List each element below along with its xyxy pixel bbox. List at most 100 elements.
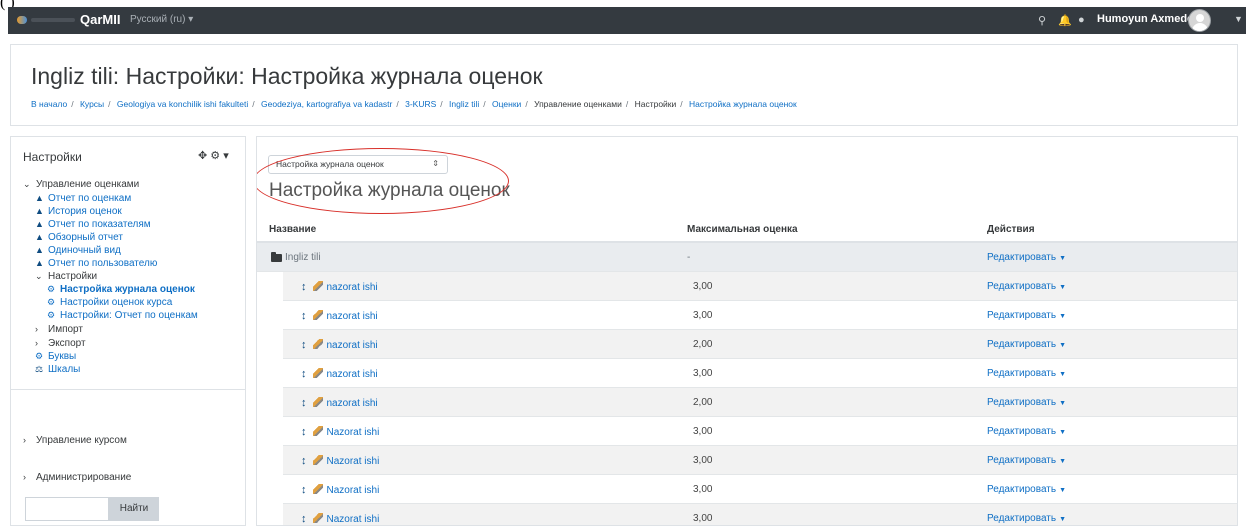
bell-icon[interactable]: 🔔 bbox=[1058, 14, 1072, 27]
admin-search-input[interactable] bbox=[25, 497, 109, 521]
edit-menu[interactable]: Редактировать ▼ bbox=[987, 426, 1066, 437]
grade-item-link[interactable]: ↕ Nazorat ishi bbox=[301, 426, 379, 438]
chevron-down-icon: ⌄ bbox=[35, 271, 43, 281]
column-header-name[interactable]: Название bbox=[269, 224, 316, 235]
caret-down-icon: ▼ bbox=[1059, 342, 1067, 349]
edit-menu[interactable]: Редактировать ▼ bbox=[987, 484, 1066, 495]
chart-icon: ▲ bbox=[35, 258, 44, 268]
sidebar-item-course-grade-settings[interactable]: ⚙ Настройки оценок курса bbox=[47, 297, 172, 308]
breadcrumb-item[interactable]: Оценки bbox=[492, 99, 521, 109]
chevron-right-icon: › bbox=[35, 324, 38, 334]
drag-handle-icon[interactable]: ↕ bbox=[301, 281, 307, 293]
max-grade: 3,00 bbox=[693, 455, 713, 466]
sidebar-item-import[interactable]: › Импорт bbox=[35, 324, 83, 335]
assignment-icon bbox=[312, 368, 323, 378]
max-grade: 3,00 bbox=[693, 368, 713, 379]
sidebar-item-site-admin[interactable]: › Администрирование bbox=[23, 472, 131, 483]
edit-menu[interactable]: Редактировать ▼ bbox=[987, 281, 1066, 292]
settings-block: Настройки ✥ ⚙ ▾ ⌄ Управление оценками ▲ От… bbox=[10, 136, 246, 526]
breadcrumb-item[interactable]: Настройки bbox=[635, 99, 677, 109]
grade-item-link[interactable]: ↕ Nazorat ishi bbox=[301, 455, 379, 467]
search-icon[interactable]: ⚲ bbox=[1038, 14, 1046, 27]
drag-handle-icon[interactable]: ↕ bbox=[301, 455, 307, 467]
breadcrumb-item[interactable]: Geodeziya, kartografiya va kadastr bbox=[261, 99, 392, 109]
grade-item-link[interactable]: ↕ nazorat ishi bbox=[301, 281, 378, 293]
breadcrumb-item[interactable]: 3-KURS bbox=[405, 99, 436, 109]
category-max: - bbox=[687, 252, 691, 263]
chevron-right-icon: › bbox=[23, 472, 26, 482]
site-name[interactable]: QarMII bbox=[80, 12, 120, 27]
drag-handle-icon[interactable]: ↕ bbox=[301, 426, 307, 438]
breadcrumb-item[interactable]: Ingliz tili bbox=[449, 99, 479, 109]
caret-down-icon: ▼ bbox=[1059, 429, 1067, 436]
grade-item-link[interactable]: ↕ Nazorat ishi bbox=[301, 484, 379, 496]
drag-handle-icon[interactable]: ↕ bbox=[301, 397, 307, 409]
page-header: Ingliz tili: Настройки: Настройка журнал… bbox=[10, 44, 1238, 126]
sidebar-item-letters[interactable]: ⚙ Буквы bbox=[35, 351, 76, 362]
gear-icon: ⚙ bbox=[47, 297, 56, 307]
column-header-actions[interactable]: Действия bbox=[987, 224, 1035, 235]
block-actions-icon[interactable]: ✥ ⚙ ▾ bbox=[198, 149, 229, 162]
sidebar-item-gradebook-setup[interactable]: ⚙ Настройка журнала оценок bbox=[47, 284, 195, 295]
table-row: ↕ nazorat ishi 2,00 Редактировать ▼ bbox=[283, 388, 1237, 417]
edit-menu[interactable]: Редактировать ▼ bbox=[987, 310, 1066, 321]
sidebar-item-course-admin[interactable]: › Управление курсом bbox=[23, 435, 127, 446]
edit-menu[interactable]: Редактировать ▼ bbox=[987, 339, 1066, 350]
folder-icon bbox=[271, 252, 282, 262]
gear-icon: ⚙ bbox=[47, 310, 56, 320]
sidebar-item-scales[interactable]: ⚖ Шкалы bbox=[35, 364, 80, 375]
max-grade: 2,00 bbox=[693, 339, 713, 350]
drag-handle-icon[interactable]: ↕ bbox=[301, 484, 307, 496]
breadcrumb-item[interactable]: Курсы bbox=[80, 99, 104, 109]
page-title: Ingliz tili: Настройки: Настройка журнал… bbox=[31, 63, 543, 89]
sidebar-item-grade-history[interactable]: ▲ История оценок bbox=[35, 206, 122, 217]
caret-down-icon: ▼ bbox=[1059, 400, 1067, 407]
drag-handle-icon[interactable]: ↕ bbox=[301, 368, 307, 380]
sidebar-item-overview-report[interactable]: ▲ Обзорный отчет bbox=[35, 232, 123, 243]
language-menu[interactable]: Русский (ru) ▾ bbox=[130, 14, 193, 25]
table-header: Название Максимальная оценка Действия bbox=[257, 217, 1237, 243]
column-header-max-grade[interactable]: Максимальная оценка bbox=[687, 224, 798, 235]
edit-menu[interactable]: Редактировать ▼ bbox=[987, 455, 1066, 466]
category-name: Ingliz tili bbox=[285, 252, 321, 263]
max-grade: 3,00 bbox=[693, 426, 713, 437]
sidebar-item-single-view[interactable]: ▲ Одиночный вид bbox=[35, 245, 121, 256]
chevron-right-icon: › bbox=[23, 435, 26, 445]
drag-handle-icon[interactable]: ↕ bbox=[301, 339, 307, 351]
edit-menu[interactable]: Редактировать ▼ bbox=[987, 513, 1066, 524]
sidebar-item-grader-report[interactable]: ▲ Отчет по оценкам bbox=[35, 193, 131, 204]
site-logo[interactable] bbox=[17, 15, 77, 26]
assignment-icon bbox=[312, 397, 323, 407]
assignment-icon bbox=[312, 339, 323, 349]
chat-icon[interactable]: ● bbox=[1078, 14, 1085, 26]
avatar[interactable] bbox=[1188, 9, 1211, 32]
user-name[interactable]: Humoyun Axmedov bbox=[1097, 13, 1200, 25]
max-grade: 3,00 bbox=[693, 310, 713, 321]
sidebar-item-grader-report-settings[interactable]: ⚙ Настройки: Отчет по оценкам bbox=[47, 310, 198, 321]
divider bbox=[11, 389, 245, 390]
edit-menu[interactable]: Редактировать ▼ bbox=[987, 368, 1066, 379]
drag-handle-icon[interactable]: ↕ bbox=[301, 513, 307, 525]
breadcrumb-item[interactable]: В начало bbox=[31, 99, 67, 109]
search-button[interactable]: Найти bbox=[109, 497, 159, 521]
chevron-down-icon[interactable]: ▼ bbox=[1234, 14, 1243, 24]
sidebar-item-user-report[interactable]: ▲ Отчет по пользователю bbox=[35, 258, 157, 269]
grade-item-link[interactable]: ↕ nazorat ishi bbox=[301, 368, 378, 380]
sidebar-item-settings[interactable]: ⌄ Настройки bbox=[35, 271, 97, 282]
breadcrumb-item[interactable]: Управление оценками bbox=[534, 99, 622, 109]
grade-item-link[interactable]: ↕ nazorat ishi bbox=[301, 397, 378, 409]
edit-menu[interactable]: Редактировать ▼ bbox=[987, 397, 1066, 408]
edit-menu[interactable]: Редактировать ▼ bbox=[987, 252, 1066, 263]
caret-down-icon: ▼ bbox=[1059, 313, 1067, 320]
grade-item-link[interactable]: ↕ nazorat ishi bbox=[301, 310, 378, 322]
breadcrumb: В начало / Курсы / Geologiya va konchilik … bbox=[31, 99, 797, 109]
grade-item-link[interactable]: ↕ Nazorat ishi bbox=[301, 513, 379, 525]
caret-down-icon: ▼ bbox=[1059, 255, 1067, 262]
sidebar-item-outcomes-report[interactable]: ▲ Отчет по показателям bbox=[35, 219, 151, 230]
drag-handle-icon[interactable]: ↕ bbox=[301, 310, 307, 322]
sidebar-item-grade-admin[interactable]: ⌄ Управление оценками bbox=[23, 179, 139, 190]
breadcrumb-item[interactable]: Geologiya va konchilik ishi fakulteti bbox=[117, 99, 248, 109]
sidebar-item-export[interactable]: › Экспорт bbox=[35, 338, 86, 349]
grade-item-link[interactable]: ↕ nazorat ishi bbox=[301, 339, 378, 351]
breadcrumb-item[interactable]: Настройка журнала оценок bbox=[689, 99, 797, 109]
